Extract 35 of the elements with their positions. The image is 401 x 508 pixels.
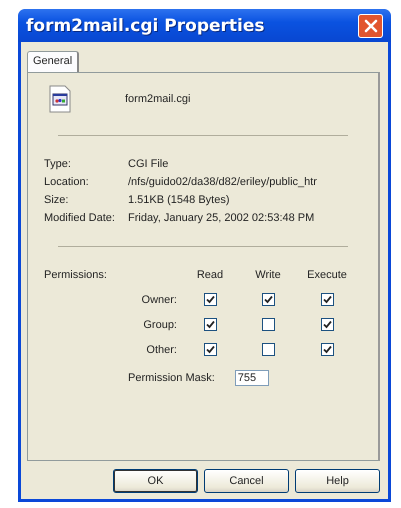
checkbox[interactable] — [262, 293, 274, 306]
checkbox[interactable] — [204, 293, 216, 306]
checkbox[interactable] — [204, 318, 216, 331]
detail-label: Modified Date: — [44, 212, 116, 224]
checkbox[interactable] — [204, 343, 216, 356]
detail-label: Type: — [44, 158, 72, 170]
checkbox[interactable] — [320, 318, 334, 331]
detail-value: CGI File — [128, 158, 170, 170]
mask-label: Permission Mask: — [128, 372, 215, 384]
column-heading: Read — [196, 269, 224, 281]
dialog-button[interactable]: OK — [113, 469, 198, 493]
row-label: Other: — [145, 344, 178, 356]
column-heading: Write — [254, 269, 282, 281]
detail-value: /nfs/guido02/da38/d82/eriley/public_htr — [128, 176, 318, 188]
mask-field[interactable]: 755 — [234, 370, 269, 386]
detail-value: Friday, January 25, 2002 02:53:48 PM — [128, 212, 316, 224]
detail-value: 1.51KB (1548 Bytes) — [128, 194, 231, 206]
permissions-label: Permissions: — [44, 269, 108, 281]
column-heading: Execute — [306, 269, 348, 281]
close-icon — [364, 18, 378, 32]
dialog-button[interactable]: Cancel — [204, 469, 289, 493]
checkbox[interactable] — [320, 293, 334, 306]
checkbox[interactable] — [262, 318, 274, 331]
file-icon — [49, 85, 71, 113]
checkbox[interactable] — [262, 343, 274, 356]
detail-label: Size: — [44, 194, 70, 206]
file-name: form2mail.cgi — [125, 93, 190, 105]
checkbox[interactable] — [320, 343, 334, 356]
tab[interactable]: General — [27, 51, 80, 72]
window-title: form2mail.cgi Properties — [26, 16, 264, 36]
close-button[interactable] — [358, 14, 383, 38]
row-label: Group: — [142, 318, 178, 330]
dialog-button[interactable]: Help — [295, 469, 380, 493]
row-label: Owner: — [140, 294, 178, 306]
detail-label: Location: — [44, 176, 90, 188]
